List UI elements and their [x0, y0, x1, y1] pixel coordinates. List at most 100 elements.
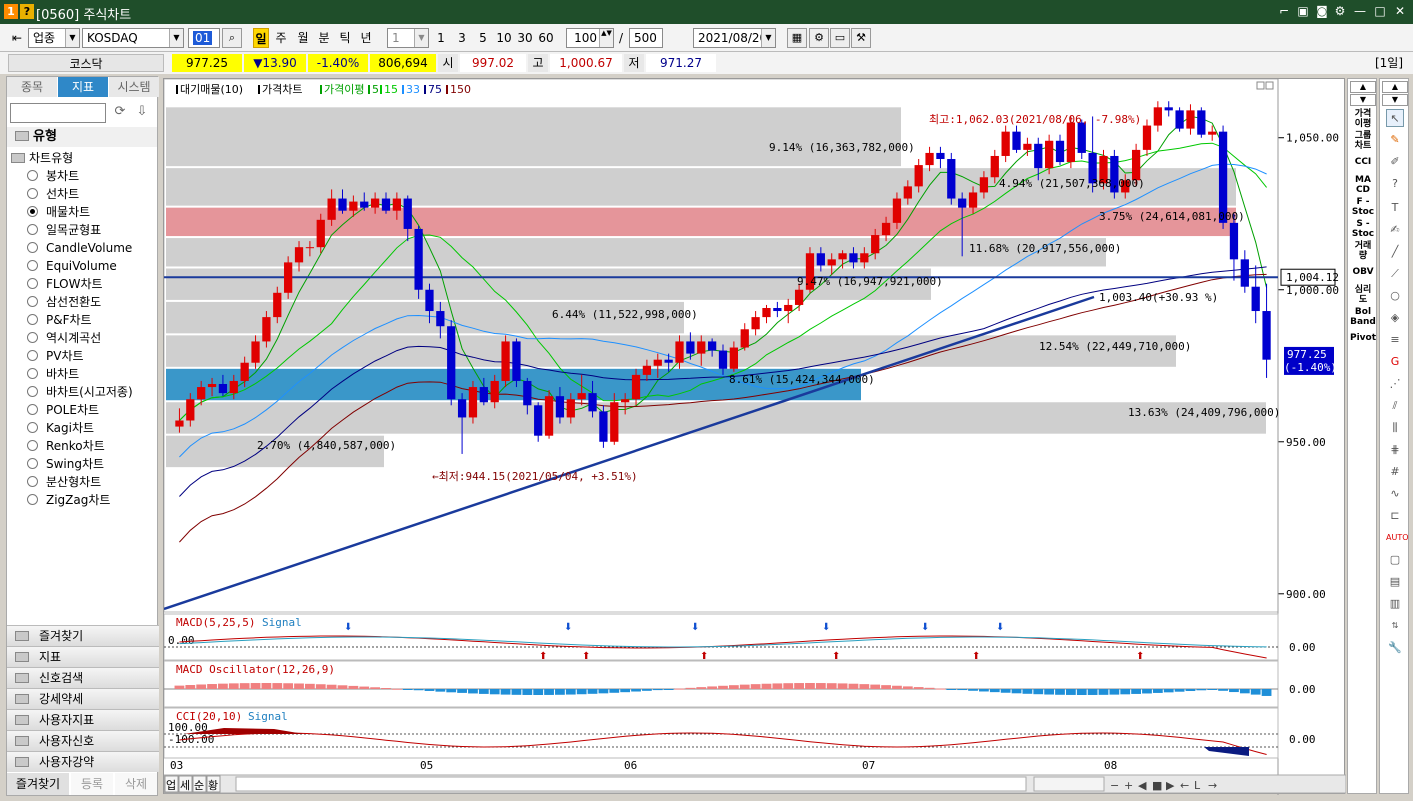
tab-favorites-bottom[interactable]: 즐겨찾기: [7, 773, 69, 795]
cursor-icon[interactable]: ↖: [1386, 109, 1404, 127]
indicator-obv[interactable]: OBV: [1348, 267, 1378, 277]
register-button[interactable]: 등록: [71, 773, 113, 795]
folder-item[interactable]: 사용자신호: [7, 730, 159, 751]
maximize-icon[interactable]: □: [1372, 3, 1388, 19]
radio-icon[interactable]: [27, 332, 38, 343]
parallel-lines-icon[interactable]: ≡: [1386, 331, 1404, 349]
chart-type-item[interactable]: 삼선전환도: [27, 293, 101, 311]
radio-icon[interactable]: [27, 170, 38, 181]
scroll-up-icon[interactable]: ▲: [1350, 81, 1376, 93]
chart-settings-icon[interactable]: ⚙: [809, 28, 829, 48]
chart-type-item[interactable]: EquiVolume: [27, 257, 117, 275]
first-page-icon[interactable]: ⇤: [8, 28, 26, 48]
pitchfork-icon[interactable]: ⋕: [1386, 441, 1404, 459]
settings-gear-icon[interactable]: ⚙: [1332, 3, 1348, 19]
chart-type-item[interactable]: 매물차트: [27, 203, 90, 221]
folder-item[interactable]: 지표: [7, 646, 159, 667]
indicator-slow-stoc[interactable]: S - Stoc: [1348, 219, 1378, 239]
folder-item[interactable]: 강세약세: [7, 688, 159, 709]
total-count-input[interactable]: 500: [629, 28, 663, 48]
chart-type-item[interactable]: 바차트: [27, 365, 79, 383]
chart-type-item[interactable]: PV차트: [27, 347, 84, 365]
folder-item[interactable]: 신호검색: [7, 667, 159, 688]
indicator-volume[interactable]: 거래 량: [1348, 241, 1378, 261]
chevron-down-icon[interactable]: ▼: [65, 29, 79, 47]
folder-item[interactable]: 사용자지표: [7, 709, 159, 730]
bar-chart-icon[interactable]: ▥: [1386, 595, 1404, 613]
radio-icon[interactable]: [27, 494, 38, 505]
wrench-icon[interactable]: 🔧: [1386, 639, 1404, 657]
radio-icon[interactable]: [27, 224, 38, 235]
folder-item[interactable]: 사용자강약: [7, 751, 159, 772]
radio-icon[interactable]: [27, 404, 38, 415]
chart-type-item[interactable]: Swing차트: [27, 455, 104, 473]
chart-type-item[interactable]: 선차트: [27, 185, 79, 203]
period-day[interactable]: 일: [253, 28, 269, 48]
radio-icon[interactable]: [27, 188, 38, 199]
delete-button[interactable]: 삭제: [115, 773, 157, 795]
market-select[interactable]: KOSDAQ ▼: [82, 28, 184, 48]
indicator-psychological[interactable]: 심리 도: [1348, 285, 1378, 305]
refresh-icon[interactable]: ⟳: [111, 104, 129, 122]
folder-item[interactable]: 즐겨찾기: [7, 625, 159, 646]
radio-icon[interactable]: [27, 368, 38, 379]
shape-icon[interactable]: ◈: [1386, 309, 1404, 327]
section-type[interactable]: 유형: [7, 127, 157, 147]
code-input[interactable]: 01: [188, 28, 220, 48]
circle-icon[interactable]: ○: [1386, 287, 1404, 305]
note-icon[interactable]: ✍: [1386, 221, 1404, 239]
quick-count-5[interactable]: 5: [476, 28, 490, 48]
chart-type-item[interactable]: 봉차트: [27, 167, 79, 185]
tools-icon[interactable]: ⚒: [851, 28, 871, 48]
sync-icon[interactable]: ⇅: [1386, 617, 1404, 635]
indicator-macd[interactable]: MA CD: [1348, 175, 1378, 195]
category-select[interactable]: 업종 ▼: [28, 28, 80, 48]
indicator-bol-band[interactable]: Bol Band: [1348, 307, 1378, 327]
indicator-fast-stoc[interactable]: F - Stoc: [1348, 197, 1378, 217]
quick-count-30[interactable]: 30: [516, 28, 534, 48]
radio-icon[interactable]: [27, 296, 38, 307]
wave-icon[interactable]: ∿: [1386, 485, 1404, 503]
scroll-down-icon[interactable]: ▼: [1382, 94, 1408, 106]
scroll-down-icon[interactable]: ▼: [1350, 94, 1376, 106]
period-week[interactable]: 주: [273, 28, 289, 48]
radio-icon[interactable]: [27, 476, 38, 487]
auto-draw-icon[interactable]: AUTO: [1386, 529, 1409, 547]
tab-stocks[interactable]: 종목: [7, 77, 57, 97]
radio-icon[interactable]: [27, 206, 38, 217]
date-picker[interactable]: 2021/08/20 ▼: [693, 28, 776, 48]
tab-indicators[interactable]: 지표: [58, 77, 108, 97]
trendline-icon[interactable]: ⟋: [1386, 265, 1404, 283]
stepper-arrows-icon[interactable]: ▲▼: [599, 29, 613, 47]
chart-layout-icon[interactable]: ▦: [787, 28, 807, 48]
save-icon[interactable]: ▭: [830, 28, 850, 48]
radio-icon[interactable]: [27, 314, 38, 325]
display-count-stepper[interactable]: 100 ▲▼: [566, 28, 614, 48]
line-icon[interactable]: ╱: [1386, 243, 1404, 261]
chart-type-item[interactable]: POLE차트: [27, 401, 99, 419]
period-minute[interactable]: 분: [316, 28, 332, 48]
chart-type-item[interactable]: Renko차트: [27, 437, 105, 455]
indicator-search-input[interactable]: [10, 103, 106, 123]
radio-icon[interactable]: [27, 350, 38, 361]
indicator-group-chart[interactable]: 그룹 차트: [1348, 131, 1378, 151]
radio-icon[interactable]: [27, 260, 38, 271]
chart-type-item[interactable]: 분산형차트: [27, 473, 101, 491]
chart-area[interactable]: 1,050.00 1,000.00 950.00 900.00 9.14% (16,36…: [163, 78, 1347, 795]
bracket-icon[interactable]: ⊏: [1386, 507, 1404, 525]
close-icon[interactable]: ✕: [1392, 3, 1408, 19]
scroll-up-icon[interactable]: ▲: [1382, 81, 1408, 93]
period-tick[interactable]: 틱: [337, 28, 353, 48]
chart-type-item[interactable]: 바차트(시고저종): [27, 383, 133, 401]
tab-systems[interactable]: 시스템: [109, 77, 159, 97]
quick-count-3[interactable]: 3: [455, 28, 469, 48]
search-icon[interactable]: ⌕: [222, 28, 242, 48]
chevron-down-icon[interactable]: ▼: [761, 29, 775, 47]
help-badge[interactable]: ?: [20, 4, 34, 19]
price-chart-svg[interactable]: 1,050.001,000.00950.00900.009.14% (16,36…: [163, 78, 1347, 795]
period-month[interactable]: 월: [295, 28, 311, 48]
copy-window-icon[interactable]: ▣: [1295, 3, 1311, 19]
document-icon[interactable]: ▤: [1386, 573, 1404, 591]
chevron-down-icon[interactable]: ▼: [414, 29, 428, 47]
chart-type-item[interactable]: 일목균형표: [27, 221, 101, 239]
